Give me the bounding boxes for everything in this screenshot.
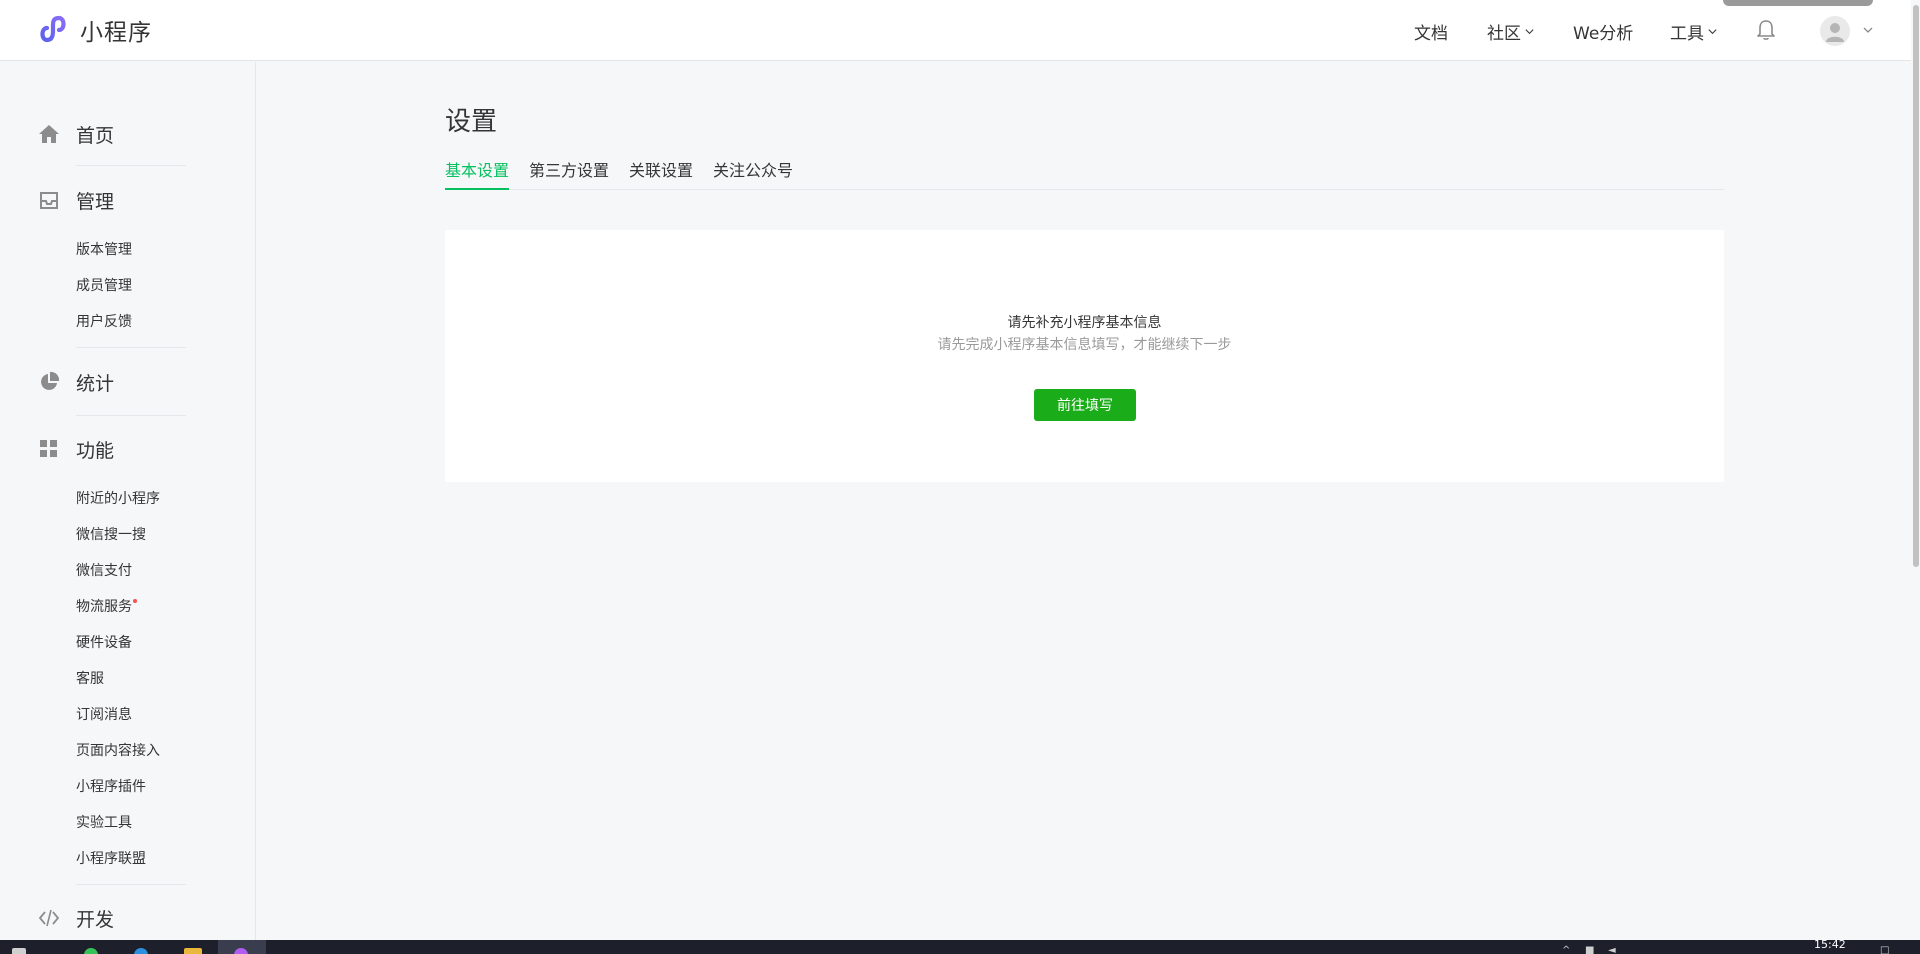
browser-icon[interactable]: [134, 948, 148, 954]
nav-tools-label: 工具: [1670, 24, 1704, 44]
card-description: 请先完成小程序基本信息填写，才能继续下一步: [937, 337, 1232, 353]
page-title: 设置: [445, 107, 498, 137]
sidebar-item-pay[interactable]: 微信支付: [76, 560, 132, 580]
go-fill-button[interactable]: 前往填写: [1034, 389, 1136, 421]
settings-tabs: 基本设置 第三方设置 关联设置 关注公众号: [445, 160, 1724, 190]
tab-follow-official-account[interactable]: 关注公众号: [713, 160, 793, 190]
page-scrollbar-thumb[interactable]: [1913, 5, 1919, 567]
sidebar-item-search[interactable]: 微信搜一搜: [76, 524, 146, 544]
nav-docs-label: 文档: [1414, 24, 1448, 44]
tab-association-settings[interactable]: 关联设置: [629, 160, 693, 190]
nav-community-label: 社区: [1487, 24, 1521, 44]
sidebar-item-stats[interactable]: 统计: [38, 371, 114, 395]
pie-chart-icon: [41, 371, 60, 390]
nav-tools[interactable]: 工具: [1670, 19, 1718, 44]
sidebar-item-logistics[interactable]: 物流服务: [76, 596, 137, 616]
app-title: 小程序: [80, 20, 152, 46]
sidebar-item-manage[interactable]: 管理: [38, 189, 114, 213]
sidebar-divider: [76, 415, 186, 416]
sidebar-divider: [76, 884, 186, 885]
nav-community[interactable]: 社区: [1487, 19, 1535, 44]
tab-basic-settings[interactable]: 基本设置: [445, 160, 510, 190]
sidebar-item-nearby[interactable]: 附近的小程序: [76, 488, 160, 508]
sidebar-item-subscribe[interactable]: 订阅消息: [76, 704, 132, 724]
sidebar-item-home[interactable]: 首页: [38, 123, 114, 147]
chevron-down-icon: [1708, 29, 1717, 35]
clock-time[interactable]: 15:42: [1814, 940, 1846, 951]
top-bar: 小程序 文档 社区 We分析 工具: [0, 0, 1920, 61]
sidebar-item-dev[interactable]: 开发: [38, 907, 114, 931]
sidebar-item-members[interactable]: 成员管理: [76, 275, 132, 295]
sidebar-item-plugins[interactable]: 小程序插件: [76, 776, 146, 796]
sidebar-item-logistics-label: 物流服务: [76, 599, 132, 615]
tray-arrow-icon[interactable]: ^: [1562, 945, 1570, 954]
nav-analytics-label: We分析: [1573, 24, 1634, 44]
window-handle: [1723, 0, 1873, 6]
nav-analytics[interactable]: We分析: [1573, 19, 1633, 44]
sidebar-item-alliance[interactable]: 小程序联盟: [76, 848, 146, 868]
sidebar-item-hardware[interactable]: 硬件设备: [76, 632, 132, 652]
grid-icon: [40, 440, 57, 457]
sidebar-item-content[interactable]: 页面内容接入: [76, 740, 160, 760]
wechat-icon[interactable]: [84, 948, 98, 954]
sidebar-features-label: 功能: [76, 439, 115, 462]
basic-info-card: 请先补充小程序基本信息 请先完成小程序基本信息填写，才能继续下一步 前往填写: [445, 230, 1724, 482]
card-title: 请先补充小程序基本信息: [1007, 315, 1162, 331]
account-chevron-down-icon[interactable]: [1862, 24, 1874, 36]
sidebar-item-customer-service[interactable]: 客服: [76, 668, 104, 688]
bell-icon[interactable]: [1755, 18, 1777, 42]
sidebar-manage-label: 管理: [76, 190, 115, 213]
sidebar: 首页 管理 版本管理 成员管理 用户反馈 统计 功能 附近的小程序 微信搜一搜 …: [0, 62, 256, 940]
sidebar-item-feedback[interactable]: 用户反馈: [76, 311, 132, 331]
sidebar-dev-label: 开发: [76, 908, 115, 931]
brand[interactable]: 小程序: [38, 12, 152, 48]
os-taskbar: ^ ■ ◄ 15:42 □: [0, 940, 1920, 954]
inbox-icon: [40, 192, 58, 209]
sidebar-item-version[interactable]: 版本管理: [76, 239, 132, 259]
tab-third-party-settings[interactable]: 第三方设置: [529, 160, 609, 190]
start-icon[interactable]: [12, 948, 26, 954]
new-badge-dot: [133, 599, 137, 603]
nav-docs[interactable]: 文档: [1414, 19, 1448, 44]
chevron-down-icon: [1525, 29, 1534, 35]
user-avatar-icon[interactable]: [1820, 16, 1850, 46]
sidebar-item-experiments[interactable]: 实验工具: [76, 812, 132, 832]
sidebar-divider: [76, 165, 186, 166]
notification-icon[interactable]: □: [1880, 945, 1889, 954]
code-icon: [38, 909, 60, 927]
folder-icon[interactable]: [184, 948, 202, 954]
tray-network-icon[interactable]: ■: [1585, 945, 1594, 954]
sidebar-divider: [76, 347, 186, 348]
miniprogram-logo-icon: [40, 15, 66, 43]
sidebar-home-label: 首页: [76, 124, 115, 147]
sidebar-item-features[interactable]: 功能: [38, 438, 114, 462]
home-icon: [39, 125, 59, 143]
sidebar-stats-label: 统计: [76, 372, 115, 395]
tray-volume-icon[interactable]: ◄: [1608, 945, 1616, 954]
